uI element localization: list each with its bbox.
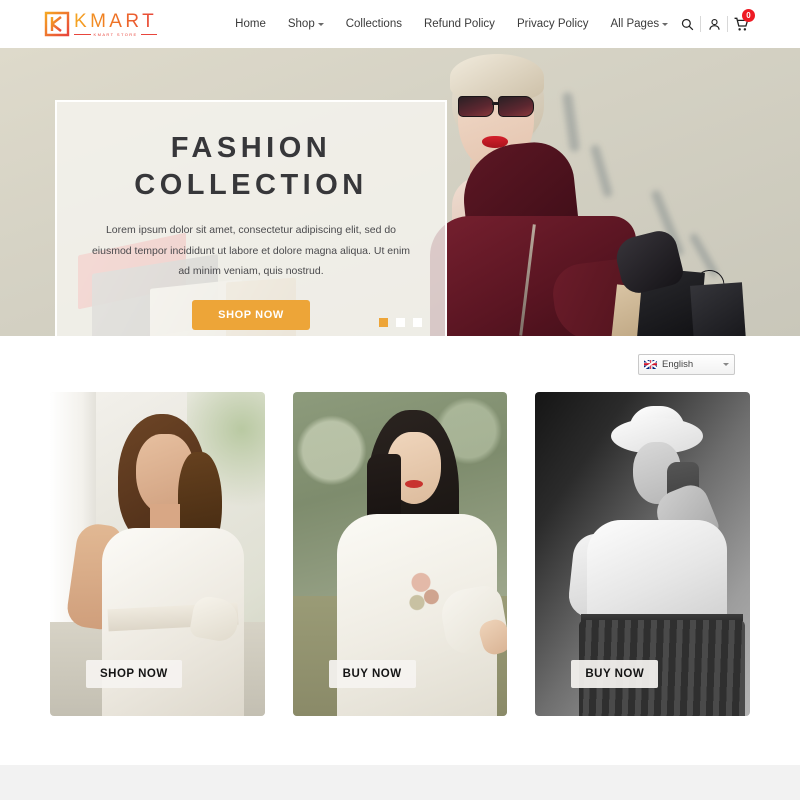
logo-k-icon xyxy=(44,11,70,37)
logo-wordmark: KMART xyxy=(74,10,158,32)
logo-tagline-text: KMART STORE xyxy=(93,31,138,37)
hero-caption-box: FASHION COLLECTION Lorem ipsum dolor sit… xyxy=(55,100,447,336)
header-actions: 0 xyxy=(674,9,755,35)
carousel-dot-3[interactable] xyxy=(412,318,422,327)
site-logo[interactable]: KMART KMART STORE xyxy=(44,10,158,37)
chevron-down-icon xyxy=(317,22,324,26)
nav-item-shop[interactable]: Shop xyxy=(288,18,324,30)
nav-label-refund-policy: Refund Policy xyxy=(423,18,495,30)
uk-flag-icon xyxy=(644,359,657,369)
nav-item-refund-policy[interactable]: Refund Policy xyxy=(424,18,495,30)
promo-card-1[interactable]: SHOP NOW xyxy=(50,392,265,716)
nav-label-all-pages: All Pages xyxy=(610,18,660,30)
nav-item-collections[interactable]: Collections xyxy=(346,18,402,30)
nav-item-privacy-policy[interactable]: Privacy Policy xyxy=(517,18,589,30)
hero-title-line1: FASHION xyxy=(170,132,332,164)
nav-label-home: Home xyxy=(235,18,266,30)
hero-description: Lorem ipsum dolor sit amet, consectetur … xyxy=(91,224,411,278)
carousel-dot-1[interactable] xyxy=(378,318,388,327)
search-icon[interactable] xyxy=(674,13,700,35)
promo-card-1-button[interactable]: SHOP NOW xyxy=(86,660,182,688)
cart-count-badge: 0 xyxy=(742,9,755,22)
promo-card-3[interactable]: BUY NOW xyxy=(535,392,751,716)
hero-model-figure xyxy=(408,48,746,336)
cart-icon[interactable]: 0 xyxy=(728,9,755,35)
hero-title-line2: COLLECTION xyxy=(134,169,368,202)
chevron-down-icon xyxy=(723,362,729,366)
footer-strip xyxy=(0,765,800,800)
main-navigation: Home Shop Collections Refund Policy Priv… xyxy=(235,18,669,30)
logo-tagline: KMART STORE xyxy=(74,31,158,37)
promo-card-2-button[interactable]: BUY NOW xyxy=(328,660,416,688)
user-icon[interactable] xyxy=(701,13,727,35)
nav-label-shop: Shop xyxy=(287,18,315,30)
language-selector[interactable]: English xyxy=(638,353,735,375)
nav-item-home[interactable]: Home xyxy=(235,18,266,30)
nav-label-privacy-policy: Privacy Policy xyxy=(516,18,589,30)
nav-item-all-pages[interactable]: All Pages xyxy=(611,18,669,30)
language-label: English xyxy=(662,358,694,370)
nav-label-collections: Collections xyxy=(345,18,402,30)
promo-card-2[interactable]: BUY NOW xyxy=(292,392,508,716)
site-header: KMART KMART STORE Home Shop Collections … xyxy=(0,0,800,48)
promo-card-grid: SHOP NOW BUY NOW BUY NOW xyxy=(0,392,800,716)
chevron-down-icon xyxy=(662,22,669,26)
language-bar: English xyxy=(0,336,800,392)
hero-title: FASHION COLLECTION xyxy=(134,130,368,204)
promo-card-3-button[interactable]: BUY NOW xyxy=(571,660,659,688)
carousel-indicators xyxy=(0,318,800,327)
carousel-dot-2[interactable] xyxy=(395,318,405,327)
hero-carousel: FASHION COLLECTION Lorem ipsum dolor sit… xyxy=(0,48,800,336)
